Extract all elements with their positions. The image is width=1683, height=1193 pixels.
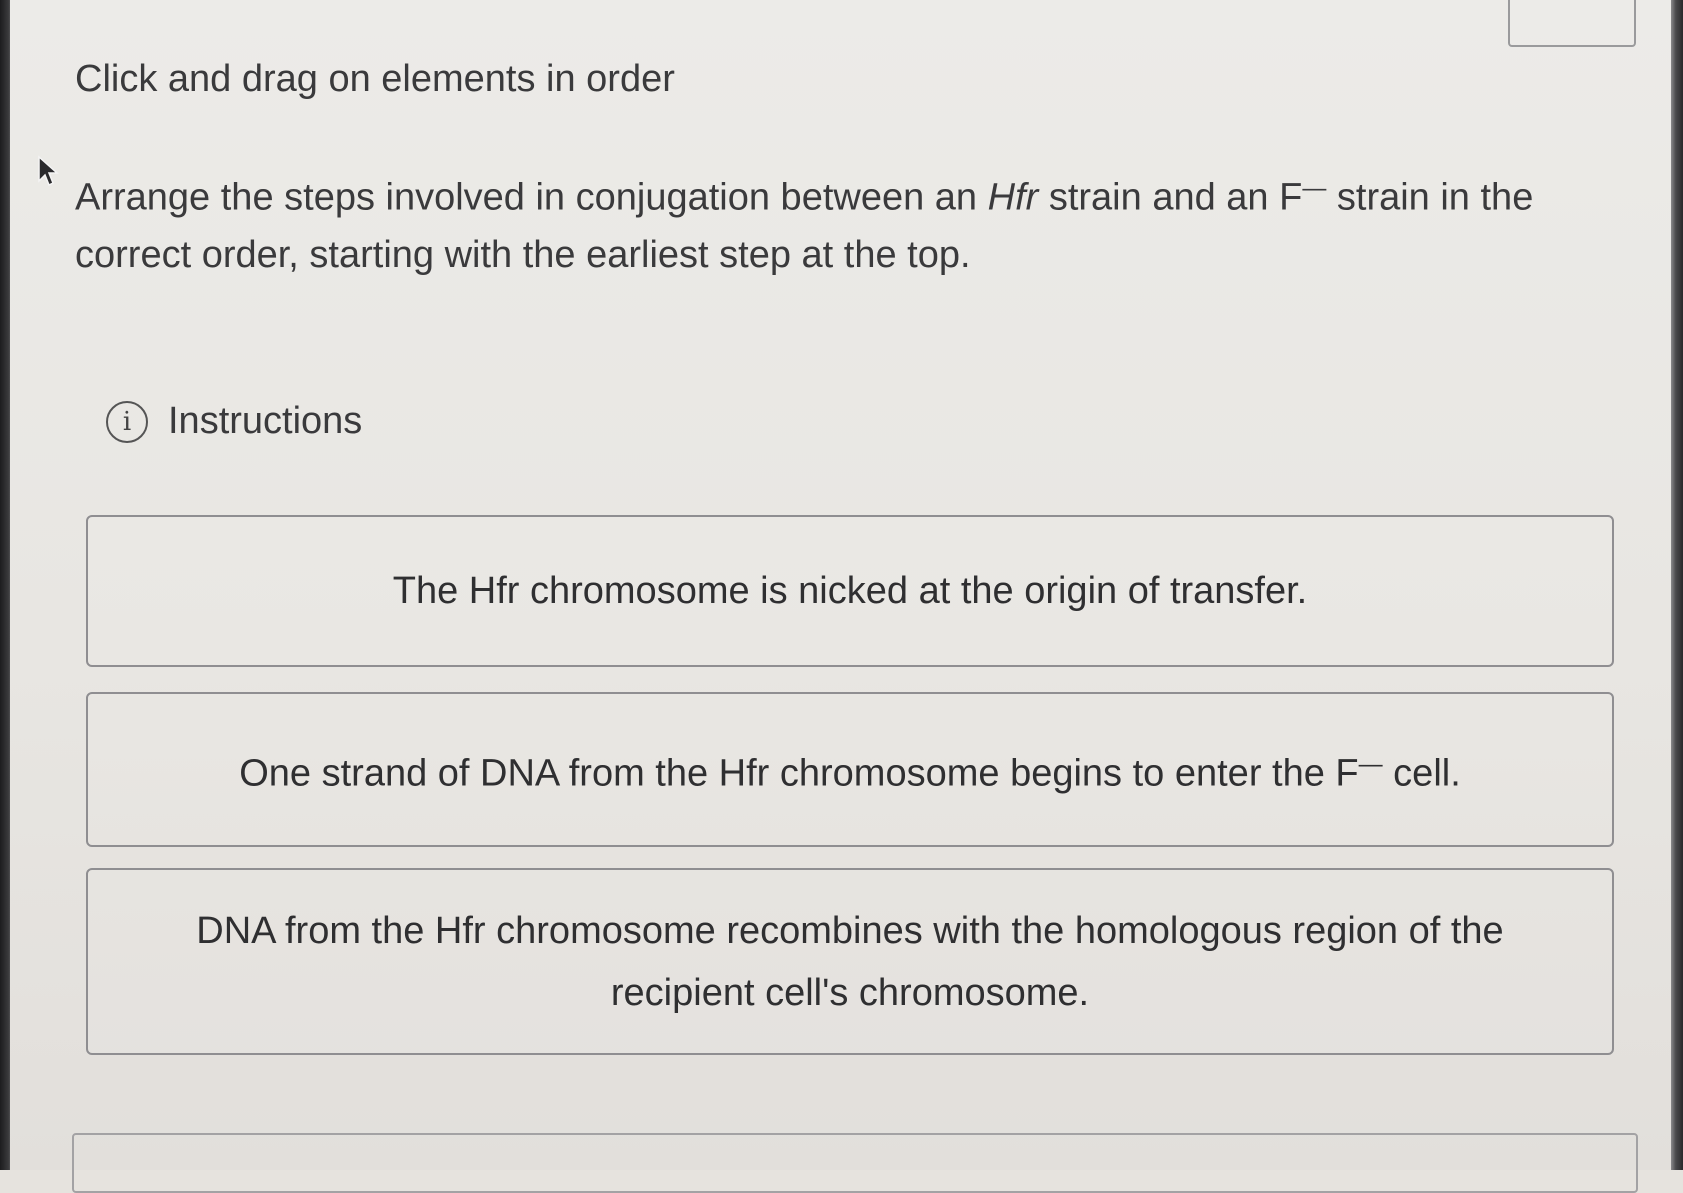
info-icon: i [106, 400, 148, 443]
instructions-label: Instructions [168, 400, 363, 442]
mouse-pointer-icon [37, 155, 59, 189]
screen: Click and drag on elements in order Arra… [10, 0, 1672, 1193]
draggable-step-3[interactable]: DNA from the Hfr chromosome recombines w… [86, 868, 1614, 1055]
step-text: One strand of DNA from the Hfr chromosom… [239, 734, 1461, 805]
prompt-text-1: Arrange the steps involved in conjugatio… [75, 176, 988, 219]
prompt-hfr: Hfr [987, 176, 1039, 219]
step-text: The Hfr chromosome is nicked at the orig… [392, 570, 1308, 612]
step-text-before: One strand of DNA from the Hfr chromosom… [239, 752, 1359, 795]
draggable-step-1[interactable]: The Hfr chromosome is nicked at the orig… [86, 515, 1614, 667]
instructions-toggle[interactable]: i Instructions [106, 400, 362, 443]
top-right-button[interactable] [1508, 0, 1636, 47]
question-type-heading: Click and drag on elements in order [75, 58, 675, 100]
step-superscript: — [1358, 751, 1383, 779]
screen-bezel-right [1671, 0, 1683, 1170]
prompt-superscript: — [1302, 175, 1327, 202]
step-text: DNA from the Hfr chromosome recombines w… [196, 909, 1504, 1014]
draggable-step-2[interactable]: One strand of DNA from the Hfr chromosom… [86, 692, 1614, 847]
next-section-box [72, 1133, 1638, 1193]
prompt-text-2: strain and an F [1038, 176, 1303, 219]
step-text-after: cell. [1382, 752, 1461, 795]
question-prompt: Arrange the steps involved in conjugatio… [75, 160, 1635, 284]
